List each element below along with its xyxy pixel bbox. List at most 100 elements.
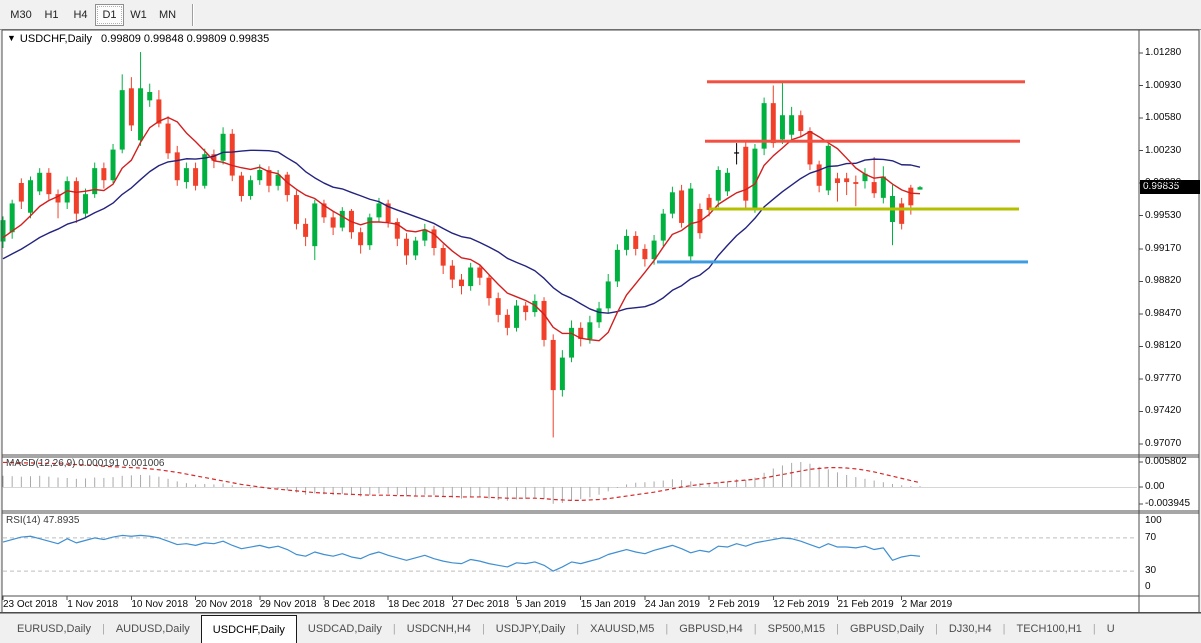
tab-usdcnh-h4[interactable]: USDCNH,H4 xyxy=(396,614,482,643)
candle-body xyxy=(166,124,171,154)
candle-body xyxy=(37,173,42,192)
candle-body xyxy=(752,149,757,208)
candle-body xyxy=(807,131,812,164)
tab-usdjpy-daily[interactable]: USDJPY,Daily xyxy=(485,614,577,643)
candle-body xyxy=(74,181,79,214)
candle-body xyxy=(404,239,409,256)
chart-canvas xyxy=(0,0,1201,643)
candle-body xyxy=(340,211,345,228)
candle-body xyxy=(1,220,6,241)
candle-body xyxy=(514,306,519,328)
candle-body xyxy=(175,152,180,180)
candle-body xyxy=(358,232,363,245)
candle-body xyxy=(376,203,381,217)
candle-body xyxy=(138,88,143,140)
tab-tech100-h1[interactable]: TECH100,H1 xyxy=(1005,614,1092,643)
candle-body xyxy=(853,182,858,184)
candle-body xyxy=(633,236,638,249)
candle-body xyxy=(872,182,877,193)
candle-body xyxy=(881,177,886,198)
candle-body xyxy=(587,322,592,339)
candle-body xyxy=(615,250,620,282)
tab-gbpusd-h4[interactable]: GBPUSD,H4 xyxy=(668,614,754,643)
support-yellow-line[interactable] xyxy=(709,208,1019,211)
candle-body xyxy=(230,134,235,176)
tab-gbpusd-daily[interactable]: GBPUSD,Daily xyxy=(839,614,935,643)
candle-body xyxy=(147,92,152,100)
candle-body xyxy=(19,183,24,202)
candle-body xyxy=(312,203,317,246)
candle-body xyxy=(303,224,308,237)
candle-body xyxy=(441,248,446,266)
candle-body xyxy=(743,147,748,201)
candle-body xyxy=(551,340,556,390)
candle-body xyxy=(248,180,253,196)
candle-body xyxy=(918,187,923,189)
candle-body xyxy=(10,203,15,232)
candle-body xyxy=(331,217,336,227)
support-blue-line[interactable] xyxy=(657,260,1028,263)
candle-body xyxy=(28,180,33,213)
tab-sp500-m15[interactable]: SP500,M15 xyxy=(757,614,836,643)
candle-body xyxy=(798,115,803,131)
candle-body xyxy=(184,168,189,182)
candle-body xyxy=(83,194,88,214)
tab-usdchf-daily[interactable]: USDCHF,Daily xyxy=(201,615,297,643)
candle-body xyxy=(908,188,913,206)
resistance-upper-line[interactable] xyxy=(707,80,1025,83)
candle-body xyxy=(487,278,492,298)
candle-body xyxy=(239,176,244,196)
candle-body xyxy=(431,229,436,248)
mt4-window: M30H1H4D1W1MN ▼USDCHF,Daily0.99809 0.998… xyxy=(0,0,1201,643)
candle-body xyxy=(835,178,840,183)
candle-body xyxy=(606,281,611,308)
candle-body xyxy=(844,178,849,182)
candle-body xyxy=(817,164,822,185)
tab-audusd-daily[interactable]: AUDUSD,Daily xyxy=(105,614,201,643)
candle-body xyxy=(688,189,693,257)
candle-body xyxy=(193,168,198,186)
candle-body xyxy=(569,328,574,358)
candle-body xyxy=(459,280,464,287)
candle-body xyxy=(285,175,290,195)
candle-body xyxy=(202,154,207,186)
chart-tabs: EURUSD,Daily|AUDUSD,DailyUSDCHF,DailyUSD… xyxy=(0,614,1126,643)
candle-body xyxy=(129,88,134,125)
candle-body xyxy=(679,190,684,223)
candle-body xyxy=(716,170,721,201)
tab-u[interactable]: U xyxy=(1096,614,1126,643)
candle-body xyxy=(101,168,106,180)
candle-body xyxy=(477,268,482,278)
candle-body xyxy=(670,192,675,213)
candle-body xyxy=(624,236,629,250)
tab-dj30-h4[interactable]: DJ30,H4 xyxy=(938,614,1003,643)
candle-body xyxy=(780,115,785,139)
candle-body xyxy=(725,173,730,192)
tab-usdcad-daily[interactable]: USDCAD,Daily xyxy=(297,614,393,643)
candle-body xyxy=(111,150,116,181)
candle-body xyxy=(771,103,776,143)
candle-body xyxy=(661,214,666,241)
candle-body xyxy=(120,90,125,149)
candle-body xyxy=(542,301,547,340)
candle-body xyxy=(597,308,602,322)
candle-body xyxy=(826,146,831,191)
candle-body xyxy=(496,298,501,315)
candle-body xyxy=(560,358,565,391)
candle-body xyxy=(642,249,647,259)
candle-body xyxy=(789,115,794,135)
candle-body xyxy=(899,203,904,223)
candle-body xyxy=(505,315,510,328)
candle-body xyxy=(46,173,51,194)
candle-body xyxy=(221,134,226,161)
candle-body xyxy=(450,266,455,280)
candle-body xyxy=(257,170,262,180)
candle-body xyxy=(734,152,739,153)
candle-body xyxy=(523,306,528,313)
resistance-lower-line[interactable] xyxy=(705,140,1020,143)
tab-xauusd-m5[interactable]: XAUUSD,M5 xyxy=(579,614,665,643)
chart-tabbar: EURUSD,Daily|AUDUSD,DailyUSDCHF,DailyUSD… xyxy=(0,613,1201,643)
candle-body xyxy=(413,241,418,256)
candle-body xyxy=(468,268,473,287)
tab-eurusd-daily[interactable]: EURUSD,Daily xyxy=(6,614,102,643)
